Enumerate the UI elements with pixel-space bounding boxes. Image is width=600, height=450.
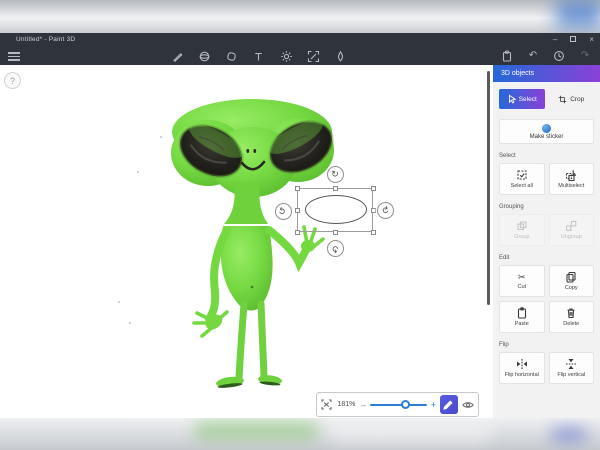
section-label-select: Select — [499, 153, 594, 159]
panel-header: 3D objects — [493, 65, 600, 82]
resize-handle-e[interactable] — [371, 208, 376, 213]
resize-handle-ne[interactable] — [371, 186, 376, 191]
section-label-grouping: Grouping — [499, 204, 594, 210]
undo-icon[interactable]: ↶ — [526, 49, 540, 63]
select-mode-button[interactable]: Select — [499, 89, 545, 109]
crop-mode-button[interactable]: Crop — [549, 89, 595, 109]
copy-icon — [565, 271, 577, 283]
copy-button[interactable]: Copy — [549, 265, 595, 297]
trash-icon — [565, 307, 577, 319]
redo-icon[interactable]: ↷ — [578, 49, 592, 63]
selection-box[interactable] — [297, 188, 373, 232]
3d-shapes-icon[interactable] — [197, 49, 211, 63]
rotate-y-handle[interactable]: ↻ — [377, 202, 394, 219]
zoom-slider-thumb[interactable] — [401, 400, 410, 409]
multiselect-button[interactable]: Multiselect — [549, 163, 595, 195]
blur-blob — [552, 428, 586, 441]
effects-icon[interactable] — [279, 49, 293, 63]
rotate-z-handle[interactable]: ↻ — [327, 166, 344, 183]
sticker-sphere-icon — [542, 124, 551, 133]
tool-icons — [170, 49, 348, 63]
make-sticker-button[interactable]: Make sticker — [499, 119, 594, 144]
paste-button[interactable]: Paste — [499, 301, 545, 333]
menu-button[interactable] — [8, 52, 20, 61]
resize-handle-w[interactable] — [295, 208, 300, 213]
mode-row: Select Crop — [499, 89, 594, 109]
rotate-z-icon: ↻ — [331, 169, 339, 180]
rotate-x-icon: ↺ — [276, 205, 289, 217]
select-all-icon — [516, 169, 528, 181]
resize-handle-nw[interactable] — [295, 186, 300, 191]
flip-horizontal-button[interactable]: Flip horizontal — [499, 352, 545, 384]
maximize-icon — [570, 36, 576, 42]
crop-mode-label: Crop — [570, 96, 584, 103]
minimize-button[interactable]: – — [553, 33, 557, 47]
crop-icon — [558, 95, 567, 104]
flip-vertical-button[interactable]: Flip vertical — [549, 352, 595, 384]
bottom-blur-band — [0, 418, 600, 450]
main-area: ? — [0, 65, 600, 418]
alien-3d-model[interactable] — [120, 70, 365, 400]
cut-button[interactable]: ✂ Cut — [499, 265, 545, 297]
zoom-toolbar: 181% – + — [316, 392, 479, 417]
select-mode-label: Select — [519, 96, 537, 103]
rotate-y-icon: ↻ — [378, 204, 391, 216]
view-eye-icon[interactable] — [462, 400, 474, 410]
drawing-canvas[interactable]: ? — [0, 65, 493, 418]
maximize-button[interactable] — [570, 33, 576, 47]
history-icons: ↶ ↷ — [500, 49, 592, 63]
close-button[interactable]: × — [589, 33, 594, 47]
drawing-mode-button[interactable] — [440, 395, 458, 414]
titlebar: Untitled* - Paint 3D – × — [0, 33, 600, 47]
canvas-icon[interactable] — [307, 49, 321, 63]
resize-handle-sw[interactable] — [295, 230, 300, 235]
3d-library-icon[interactable] — [334, 49, 348, 63]
resize-handle-n[interactable] — [333, 186, 338, 191]
cursor-icon — [507, 94, 516, 104]
flip-horizontal-icon — [516, 358, 528, 370]
stickers-icon[interactable] — [225, 49, 239, 63]
select-all-button[interactable]: Select all — [499, 163, 545, 195]
screenshot-frame: Untitled* - Paint 3D – × — [0, 0, 600, 450]
scissors-icon: ✂ — [518, 272, 526, 282]
command-bar: ↶ ↷ — [0, 47, 600, 65]
canvas-scrollbar[interactable] — [487, 71, 490, 305]
zoom-percent: 181% — [336, 401, 357, 408]
paste-icon[interactable] — [500, 49, 514, 63]
rotate-x-handle[interactable]: ↺ — [275, 203, 292, 220]
blur-blob — [196, 423, 316, 438]
pencil-icon — [443, 399, 454, 410]
paste-icon — [516, 307, 528, 319]
delete-button[interactable]: Delete — [549, 301, 595, 333]
3d-objects-panel: 3D objects Select Crop — [493, 65, 600, 418]
brush-tool-icon[interactable] — [170, 49, 184, 63]
fit-to-window-icon[interactable] — [321, 399, 332, 410]
depth-handle[interactable]: ↺ — [327, 240, 344, 257]
history-icon[interactable] — [552, 49, 566, 63]
window-title: Untitled* - Paint 3D — [16, 36, 75, 43]
top-blur-band — [0, 0, 600, 33]
paint3d-window: Untitled* - Paint 3D – × — [0, 33, 600, 418]
text-tool-icon[interactable] — [252, 49, 266, 63]
zoom-slider-track — [370, 404, 427, 406]
depth-icon: ↺ — [328, 241, 341, 254]
ungroup-icon — [565, 220, 577, 232]
section-label-flip: Flip — [499, 342, 594, 348]
zoom-slider[interactable] — [370, 399, 427, 411]
section-label-edit: Edit — [499, 255, 594, 261]
flip-vertical-icon — [565, 358, 577, 370]
blur-blob — [556, 0, 600, 28]
ungroup-button[interactable]: Ungroup — [549, 214, 595, 246]
blur-blob — [330, 426, 490, 440]
resize-handle-se[interactable] — [371, 230, 376, 235]
help-button[interactable]: ? — [4, 72, 21, 89]
make-sticker-label: Make sticker — [530, 134, 564, 140]
zoom-out-button[interactable]: – — [361, 400, 366, 410]
group-icon — [516, 220, 528, 232]
group-button[interactable]: Group — [499, 214, 545, 246]
multiselect-icon — [565, 169, 577, 181]
window-controls: – × — [553, 33, 594, 47]
resize-handle-s[interactable] — [333, 230, 338, 235]
zoom-in-button[interactable]: + — [431, 400, 436, 410]
